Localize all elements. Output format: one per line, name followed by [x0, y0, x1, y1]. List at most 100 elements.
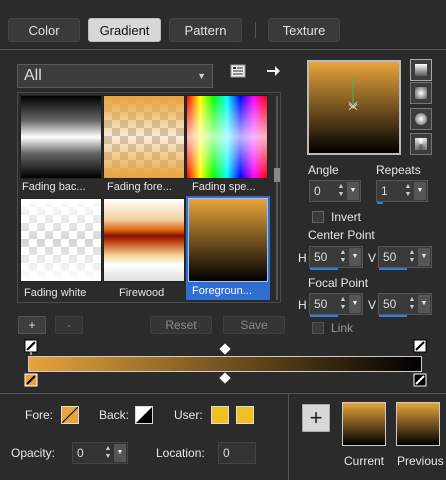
stop-marker-bottom-right[interactable]: [413, 372, 429, 388]
gradient-label: Fading white: [24, 287, 87, 299]
gradient-thumb-fading-background[interactable]: [20, 95, 102, 179]
opacity-value: 0: [77, 446, 84, 460]
fore-swatch[interactable]: [61, 406, 79, 424]
scrollbar-track: [276, 96, 278, 300]
invert-checkbox[interactable]: [312, 211, 324, 223]
linear-style-button[interactable]: [410, 59, 432, 81]
center-h-spinner[interactable]: 50 ▲ ▼ ▼: [309, 246, 363, 270]
user-label: User:: [174, 408, 203, 422]
add-to-swatches-button[interactable]: +: [302, 404, 330, 432]
focal-v-label: V: [368, 298, 377, 312]
link-label: Link: [331, 321, 354, 335]
chevron-down-icon[interactable]: ▼: [114, 444, 126, 462]
back-swatch[interactable]: [135, 406, 153, 424]
opacity-label: Opacity:: [11, 446, 56, 460]
chevron-down-icon[interactable]: ▼: [347, 182, 359, 200]
spin-arrows-icon[interactable]: ▲ ▼: [103, 445, 113, 461]
gradient-thumb-firewood[interactable]: [103, 198, 185, 282]
tab-pattern[interactable]: Pattern: [169, 18, 242, 42]
tab-texture[interactable]: Texture: [268, 18, 340, 42]
stop-marker-top-left[interactable]: [24, 339, 40, 355]
tab-divider: [255, 22, 256, 38]
stop-marker-bottom-left[interactable]: [24, 372, 40, 388]
angle-spinner[interactable]: 0 ▲ ▼ ▼: [309, 180, 361, 202]
arrow-right-icon[interactable]: [264, 63, 282, 79]
tabs-separator: [0, 49, 446, 50]
focal-v-spinner[interactable]: 50 ▲ ▼ ▼: [378, 293, 432, 317]
spin-arrows-icon[interactable]: ▲ ▼: [403, 183, 413, 199]
focal-h-slider-bar[interactable]: [310, 315, 338, 317]
remove-gradient-button[interactable]: -: [55, 316, 83, 334]
repeats-slider-bar[interactable]: [377, 202, 383, 204]
angle-value: 0: [314, 184, 321, 198]
gradient-label: Fading fore...: [107, 181, 172, 193]
category-select-value: All: [24, 67, 42, 84]
midpoint-marker-top[interactable]: [219, 343, 231, 355]
center-v-spinner[interactable]: 50 ▲ ▼ ▼: [378, 246, 432, 270]
spin-arrows-icon[interactable]: ▲ ▼: [407, 249, 417, 265]
spin-arrows-icon[interactable]: ▲ ▼: [407, 296, 417, 312]
chevron-down-icon[interactable]: ▼: [349, 248, 361, 266]
location-value: 0: [223, 446, 230, 460]
spin-arrows-icon[interactable]: ▲ ▼: [336, 183, 346, 199]
center-v-label: V: [368, 251, 377, 265]
user-swatch-2[interactable]: [236, 406, 254, 424]
linear-style-icon: [415, 64, 427, 76]
sunburst-style-button[interactable]: [410, 133, 432, 155]
tab-gradient[interactable]: Gradient: [88, 18, 161, 42]
location-field[interactable]: 0: [218, 442, 256, 464]
previous-label: Previous: [397, 454, 444, 468]
add-gradient-button[interactable]: +: [18, 316, 46, 334]
focal-h-value: 50: [314, 297, 328, 311]
rectangular-style-button[interactable]: [410, 82, 432, 104]
user-swatch-1[interactable]: [211, 406, 229, 424]
link-checkbox[interactable]: [312, 322, 324, 334]
fore-label: Fore:: [25, 408, 54, 422]
gradient-label: Firewood: [119, 287, 165, 299]
gradient-editor-bar[interactable]: [28, 356, 422, 372]
focal-h-label: H: [298, 298, 307, 312]
save-button[interactable]: Save: [223, 316, 285, 334]
focal-v-slider-bar[interactable]: [379, 315, 407, 317]
center-v-slider-bar[interactable]: [379, 268, 407, 270]
gradient-list-scrollbar[interactable]: [274, 96, 280, 300]
previous-swatch[interactable]: [396, 402, 440, 446]
scrollbar-thumb[interactable]: [274, 168, 280, 182]
stop-marker-top-right[interactable]: [413, 339, 429, 355]
midpoint-marker-bottom[interactable]: [219, 372, 231, 384]
chevron-down-icon[interactable]: ▼: [414, 182, 426, 200]
gradient-library-icon[interactable]: [230, 64, 246, 78]
gradient-preview[interactable]: [307, 60, 401, 155]
gradient-direction-handle-icon[interactable]: [343, 72, 363, 112]
center-point-label: Center Point: [308, 228, 375, 242]
tab-color[interactable]: Color: [8, 18, 80, 42]
invert-label: Invert: [331, 210, 362, 224]
focal-v-value: 50: [383, 297, 397, 311]
opacity-spinner[interactable]: 0 ▲ ▼ ▼: [72, 442, 128, 464]
radial-style-button[interactable]: [410, 108, 432, 130]
gradient-thumb-fading-white[interactable]: [20, 198, 102, 282]
repeats-spinner[interactable]: 1 ▲ ▼ ▼: [376, 180, 428, 204]
chevron-down-icon[interactable]: ▼: [418, 295, 430, 313]
center-h-slider-bar[interactable]: [310, 268, 338, 270]
chevron-down-icon[interactable]: ▼: [349, 295, 361, 313]
sunburst-style-icon: [415, 138, 427, 150]
repeats-value: 1: [381, 184, 388, 198]
category-select[interactable]: All ▼: [17, 64, 213, 88]
spin-arrows-icon[interactable]: ▲ ▼: [338, 296, 348, 312]
current-swatch[interactable]: [342, 402, 386, 446]
gradient-thumb-foreground-background[interactable]: [188, 198, 268, 282]
bottom-separator: [0, 393, 446, 394]
radial-style-icon: [415, 113, 427, 125]
gradient-thumb-fading-foreground[interactable]: [103, 95, 185, 179]
gradient-thumb-fading-spectrum[interactable]: [186, 95, 268, 179]
gradient-label: Fading bac...: [22, 181, 86, 193]
focal-h-spinner[interactable]: 50 ▲ ▼ ▼: [309, 293, 363, 317]
focal-point-label: Focal Point: [308, 276, 369, 290]
repeats-label: Repeats: [376, 163, 421, 177]
back-label: Back:: [99, 408, 130, 422]
angle-label: Angle: [308, 163, 339, 177]
reset-button[interactable]: Reset: [150, 316, 212, 334]
spin-arrows-icon[interactable]: ▲ ▼: [338, 249, 348, 265]
chevron-down-icon[interactable]: ▼: [418, 248, 430, 266]
